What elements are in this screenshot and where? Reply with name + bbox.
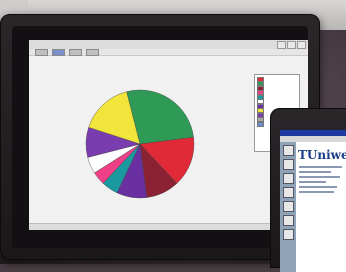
second-screen: TUniweb: [280, 130, 346, 272]
second-window-sidebar: [280, 142, 296, 272]
sidebar-app-icon[interactable]: [282, 159, 294, 170]
monitor-second: TUniweb: [270, 108, 346, 272]
second-window-heading: TUniweb: [298, 148, 346, 162]
main-screen: [29, 40, 308, 230]
legend-swatch: [257, 121, 264, 127]
sidebar-app-icon[interactable]: [282, 173, 294, 184]
sidebar-app-icon[interactable]: [282, 145, 294, 156]
body-text-lines: [299, 166, 346, 193]
pie-slices: [85, 89, 195, 199]
second-window-content: TUniweb: [296, 142, 346, 272]
sidebar-app-icon[interactable]: [282, 229, 294, 240]
status-bar: [29, 223, 308, 230]
sidebar-app-icon[interactable]: [282, 201, 294, 212]
sidebar-app-icon[interactable]: [282, 187, 294, 198]
sidebar-app-icon[interactable]: [282, 215, 294, 226]
